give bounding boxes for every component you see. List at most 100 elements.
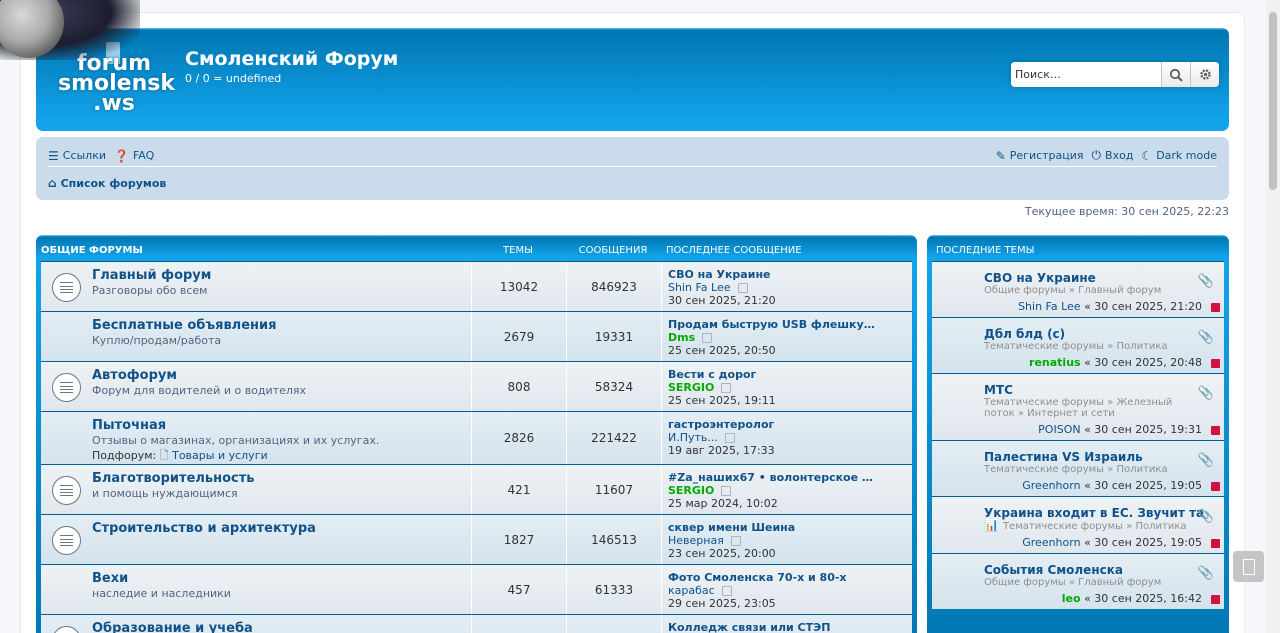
- view-latest-post-icon[interactable]: [730, 535, 741, 546]
- forum-topics-count: 808: [472, 362, 567, 411]
- forum-title-link[interactable]: Образование и учеба: [92, 621, 253, 633]
- last-post-author-link[interactable]: SERGIO: [668, 381, 714, 394]
- forum-last-post: #Za_наших67 • волонтерское дв… SERGIO 25…: [662, 465, 912, 514]
- subforum-link[interactable]: Товары и услуги: [172, 449, 268, 462]
- paperclip-icon: 📎: [1197, 509, 1214, 524]
- faq-label: FAQ: [132, 149, 155, 162]
- recent-topic-item: Палестина VS Израиль Тематические форумы…: [932, 440, 1224, 496]
- recent-topic-author-link[interactable]: renatius: [1029, 356, 1081, 369]
- jump-to-last-post-icon[interactable]: [1211, 539, 1220, 548]
- forum-topics-count: 421: [472, 465, 567, 514]
- forum-posts-count: 61333: [567, 565, 662, 614]
- recent-topic-author-link[interactable]: Greenhorn: [1022, 479, 1080, 492]
- recent-topic-title-link[interactable]: Палестина VS Израиль: [984, 441, 1204, 464]
- forum-info: Автофорум Форум для водителей и о водите…: [41, 362, 472, 411]
- forum-read-icon: [52, 626, 81, 633]
- register-label: Регистрация: [1009, 149, 1084, 162]
- forum-description: Отзывы о магазинах, организациях и их ус…: [92, 434, 380, 447]
- forum-title-link[interactable]: Автофорум: [92, 368, 177, 383]
- register-link[interactable]: ✎ Регистрация: [996, 148, 1084, 163]
- faq-link[interactable]: ❓ FAQ: [114, 149, 154, 163]
- site-subtitle: 0 / 0 = undefined: [185, 72, 282, 85]
- scrollbar-thumb[interactable]: [1269, 12, 1277, 190]
- edit-icon: ✎: [995, 148, 1006, 163]
- forum-row: Благотворительность и помощь нуждающимся…: [41, 464, 912, 514]
- last-post-title-link[interactable]: сквер имени Шеина: [668, 521, 878, 534]
- last-post-title-link[interactable]: Вести с дорог: [668, 368, 878, 381]
- recent-topic-path: Тематические форумы » Железный поток » И…: [984, 397, 1173, 419]
- advanced-search-button[interactable]: [1190, 62, 1219, 87]
- forum-topics-count: 2679: [472, 312, 567, 361]
- site-header: forum smolensk .ws Смоленский Форум 0 / …: [36, 28, 1229, 131]
- recent-topic-title-link[interactable]: СВО на Украине: [984, 262, 1204, 285]
- last-post-title-link[interactable]: Колледж связи или СТЭП: [668, 621, 878, 633]
- last-post-author-link[interactable]: Неверная: [668, 534, 724, 547]
- dark-mode-toggle[interactable]: ☾ Dark mode: [1141, 148, 1217, 163]
- jump-to-last-post-icon[interactable]: [1211, 595, 1220, 604]
- last-post-author-link[interactable]: SERGIO: [668, 484, 714, 497]
- links-menu[interactable]: ☰ Ссылки: [48, 149, 106, 163]
- forum-last-post: СВО на Украине Shin Fa Lee 30 сен 2025, …: [662, 262, 912, 311]
- view-latest-post-icon[interactable]: [702, 332, 713, 343]
- search-button[interactable]: [1161, 62, 1190, 87]
- recent-topic-date: « 30 сен 2025, 21:20: [1084, 300, 1202, 313]
- recent-topic-author-link[interactable]: leo: [1062, 592, 1081, 605]
- jump-to-last-post-icon[interactable]: [1211, 426, 1220, 435]
- forum-title-link[interactable]: Вехи: [92, 571, 128, 586]
- last-post-author-line: Dms: [668, 331, 906, 344]
- view-latest-post-icon[interactable]: [721, 585, 732, 596]
- forum-title-link[interactable]: Благотворительность: [92, 471, 255, 486]
- view-latest-post-icon[interactable]: [737, 282, 748, 293]
- last-post-author-link[interactable]: Dms: [668, 331, 695, 344]
- view-latest-post-icon[interactable]: [721, 382, 732, 393]
- recent-topics-panel: ПОСЛЕДНИЕ ТЕМЫ СВО на Украине Общие фору…: [927, 235, 1229, 633]
- forum-posts-count: 8070: [567, 615, 662, 633]
- recent-topic-date: « 30 сен 2025, 20:48: [1084, 356, 1202, 369]
- last-post-title-link[interactable]: #Za_наших67 • волонтерское дв…: [668, 471, 878, 484]
- paperclip-icon: 📎: [1197, 330, 1214, 345]
- recent-topics-header: ПОСЛЕДНИЕ ТЕМЫ: [936, 244, 1035, 256]
- last-post-date: 25 сен 2025, 19:11: [668, 394, 776, 407]
- last-post-title-link[interactable]: гастроэнтеролог: [668, 418, 878, 431]
- view-latest-post-icon[interactable]: [721, 485, 732, 496]
- last-post-title-link[interactable]: СВО на Украине: [668, 268, 878, 281]
- forum-title-link[interactable]: Главный форум: [92, 268, 211, 283]
- recent-topic-byline: Greenhorn « 30 сен 2025, 19:05: [984, 532, 1216, 553]
- recent-topic-title-link[interactable]: Украина входит в ЕС. Звучит так по-…: [984, 497, 1204, 520]
- recent-topic-author-link[interactable]: Shin Fa Lee: [1018, 300, 1081, 313]
- question-circle-icon: ❓: [114, 148, 129, 163]
- last-post-author-line: Shin Fa Lee: [668, 281, 906, 294]
- forum-description: Куплю/продам/работа: [92, 334, 222, 347]
- category-header[interactable]: ОБЩИЕ ФОРУМЫ: [40, 245, 470, 256]
- recent-topic-byline: POISON « 30 сен 2025, 19:31: [984, 419, 1216, 440]
- site-title: Смоленский Форум: [185, 48, 399, 70]
- gear-icon: [1199, 69, 1211, 80]
- last-post-author-link[interactable]: Shin Fa Lee: [668, 281, 731, 294]
- breadcrumb-forum-index[interactable]: ⌂ Список форумов: [48, 176, 166, 190]
- login-link[interactable]: ⏻ Вход: [1092, 148, 1134, 163]
- last-post-author-link[interactable]: И.Путь...: [668, 431, 718, 444]
- paperclip-icon: 📎: [1197, 566, 1214, 581]
- last-post-author-link[interactable]: карабас: [668, 584, 715, 597]
- forum-title-link[interactable]: Бесплатные объявления: [92, 318, 276, 333]
- last-post-title-link[interactable]: Фото Смоленска 70-х и 80-х: [668, 571, 878, 584]
- recent-topic-author-link[interactable]: POISON: [1038, 423, 1080, 436]
- recent-topic-title-link[interactable]: МТС: [984, 374, 1204, 397]
- recent-topic-author-link[interactable]: Greenhorn: [1022, 536, 1080, 549]
- forum-title-link[interactable]: Строительство и архитектура: [92, 521, 316, 536]
- view-latest-post-icon[interactable]: [724, 432, 735, 443]
- forum-read-icon: [52, 373, 81, 402]
- jump-to-last-post-icon[interactable]: [1211, 303, 1220, 312]
- recent-topic-title-link[interactable]: Дбл блд (с): [984, 318, 1204, 341]
- last-post-author-line: SERGIO: [668, 484, 906, 497]
- jump-to-last-post-icon[interactable]: [1211, 482, 1220, 491]
- page-scrollbar[interactable]: [1266, 0, 1280, 633]
- floating-sidebar-button[interactable]: [1233, 551, 1264, 582]
- jump-to-last-post-icon[interactable]: [1211, 359, 1220, 368]
- recent-topic-path-line: 📊 Тематические форумы » Политика: [984, 519, 1216, 532]
- logo-text-line3: .ws: [93, 91, 135, 116]
- recent-topic-title-link[interactable]: События Смоленска: [984, 554, 1204, 577]
- last-post-title-link[interactable]: Продам быструю USB флешку DM …: [668, 318, 878, 331]
- search-input[interactable]: [1011, 62, 1161, 87]
- forum-title-link[interactable]: Пыточная: [92, 418, 166, 433]
